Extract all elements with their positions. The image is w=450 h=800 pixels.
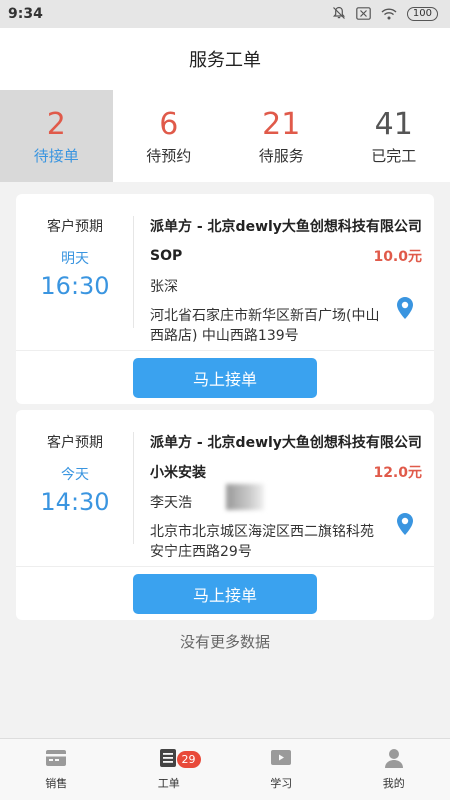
service-name: SOP [150,248,183,264]
customer-address: 北京市北京城区海淀区西二旗铭科苑 安宁庄西路29号 [150,524,374,560]
dispatcher-name: 派单方 - 北京dewly大鱼创想科技有限公司 [150,219,422,235]
bottom-nav: 销售 29 工单 学习 我的 [0,738,450,800]
eta-day: 今天 [61,467,89,483]
tab-count: 41 [374,106,413,142]
study-icon [270,748,292,772]
nav-item-study[interactable]: 学习 [225,739,338,800]
status-icons: 100 [332,5,438,24]
redacted-blur [226,484,264,510]
service-row: 小米安装 12.0元 [150,462,422,482]
eta-time: 14:30 [40,488,110,516]
order-eta: 客户预期 明天 16:30 [16,194,134,350]
battery-icon: 100 [406,7,438,21]
status-bar: 9:34 100 [0,0,450,28]
service-name: 小米安装 [150,465,206,481]
tab-completed[interactable]: 41 已完工 [338,90,450,182]
status-time: 9:34 [8,6,43,22]
eta-day: 明天 [61,251,89,267]
order-card-body[interactable]: 客户预期 明天 16:30 派单方 - 北京dewly大鱼创想科技有限公司 SO… [16,194,434,351]
eta-time: 16:30 [40,272,110,300]
nav-item-workorder[interactable]: 29 工单 [113,739,226,800]
nav-item-sales[interactable]: 销售 [0,739,113,800]
eta-label: 客户预期 [47,435,103,451]
tab-pending-appointment[interactable]: 6 待预约 [113,90,226,182]
tab-label: 待预约 [146,146,192,165]
order-price: 10.0元 [373,249,422,265]
order-eta: 客户预期 今天 14:30 [16,410,134,566]
order-details: 派单方 - 北京dewly大鱼创想科技有限公司 SOP 10.0元 张深 河北省… [134,194,434,350]
tab-pending-service[interactable]: 21 待服务 [225,90,338,182]
customer-name: 李天浩 [150,495,192,511]
page-title: 服务工单 [189,50,261,71]
page-header: 服务工单 [0,28,450,90]
nav-label: 销售 [45,777,68,790]
nav-label: 我的 [382,777,405,790]
nav-item-profile[interactable]: 我的 [338,739,450,800]
accept-order-button[interactable]: 马上接单 [133,357,317,398]
dispatcher-name: 派单方 - 北京dewly大鱼创想科技有限公司 [150,435,422,451]
order-card-footer: 马上接单 [16,567,434,620]
tab-pending-accept[interactable]: 2 待接单 [0,90,113,182]
order-card-body[interactable]: 客户预期 今天 14:30 派单方 - 北京dewly大鱼创想科技有限公司 小米… [16,410,434,567]
accept-order-button[interactable]: 马上接单 [133,573,317,614]
tab-count: 6 [159,106,179,142]
tab-label: 已完工 [371,146,417,165]
location-pin-icon[interactable] [396,512,414,540]
location-pin-icon[interactable] [396,296,414,324]
tab-count: 21 [262,106,301,142]
service-row: SOP 10.0元 [150,246,422,266]
tab-label: 待接单 [33,146,79,165]
profile-icon [383,748,405,772]
order-card: 客户预期 今天 14:30 派单方 - 北京dewly大鱼创想科技有限公司 小米… [16,410,434,620]
wifi-icon [381,5,397,24]
tab-label: 待服务 [258,146,304,165]
order-details: 派单方 - 北京dewly大鱼创想科技有限公司 小米安装 12.0元 李天浩 北… [134,410,434,566]
no-more-data-text: 没有更多数据 [179,633,270,651]
eta-label: 客户预期 [47,219,103,235]
nav-label: 学习 [270,777,293,790]
sim-off-icon [356,5,371,24]
mute-icon [332,5,346,24]
order-price: 12.0元 [373,465,422,481]
sales-icon [45,748,67,772]
nav-label: 工单 [157,777,180,790]
customer-address: 河北省石家庄市新华区新百广场(中山西路店) 中山西路139号 [150,308,380,344]
order-card: 客户预期 明天 16:30 派单方 - 北京dewly大鱼创想科技有限公司 SO… [16,194,434,404]
tab-count: 2 [46,106,66,142]
workorder-badge: 29 [176,751,201,768]
customer-name: 张深 [150,279,178,295]
status-tabs: 2 待接单 6 待预约 21 待服务 41 已完工 [0,90,450,182]
order-card-footer: 马上接单 [16,351,434,404]
